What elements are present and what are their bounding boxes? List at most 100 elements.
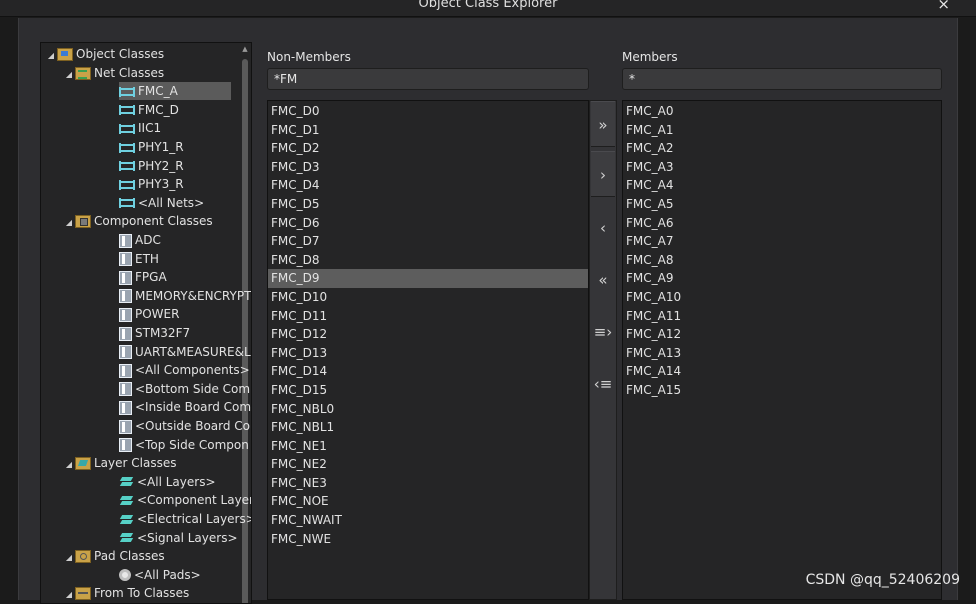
tree-node-label: Component Classes — [94, 214, 213, 229]
expand-toggle-icon[interactable]: ◢ — [63, 66, 75, 84]
tree-node[interactable]: ◢ Layer Classes — [63, 454, 176, 472]
tree-node[interactable]: <All Components> — [81, 361, 250, 379]
non-members-list[interactable]: FMC_D0 FMC_D1 FMC_D2 FMC_D3 FMC_D4 FMC_D5 FMC_… — [267, 100, 589, 600]
list-item[interactable]: FMC_D0 — [268, 102, 588, 121]
list-item[interactable]: FMC_A1 — [623, 121, 941, 140]
list-item[interactable]: FMC_A7 — [623, 232, 941, 251]
list-item[interactable]: FMC_A13 — [623, 344, 941, 363]
expand-toggle-icon[interactable]: ◢ — [63, 456, 75, 474]
from-to-classes-folder-icon — [75, 587, 91, 601]
list-item[interactable]: FMC_D12 — [268, 325, 588, 344]
tree-node[interactable]: POWER — [81, 305, 179, 323]
list-item[interactable]: FMC_D1 — [268, 121, 588, 140]
list-item[interactable]: FMC_NBL0 — [268, 400, 588, 419]
tree-node[interactable]: FMC_A — [119, 82, 231, 101]
add-selected-button[interactable]: › — [591, 151, 615, 197]
add-all-button[interactable]: » — [591, 101, 615, 147]
members-filter-input[interactable] — [622, 68, 942, 90]
tree-node[interactable]: FMC_D — [81, 101, 179, 119]
list-item[interactable]: FMC_D2 — [268, 139, 588, 158]
list-item[interactable]: FMC_D7 — [268, 232, 588, 251]
tree-node[interactable]: FPGA — [81, 268, 167, 286]
tree-node[interactable]: <Outside Board Co — [81, 417, 250, 435]
list-item[interactable]: FMC_NE3 — [268, 474, 588, 493]
tree-node[interactable]: ADC — [81, 231, 161, 249]
add-filtered-button[interactable]: ≡› — [591, 309, 615, 355]
net-class-icon — [119, 197, 135, 209]
remove-filtered-button[interactable]: ‹≡ — [591, 361, 615, 407]
title-bar: Object Class Explorer × — [0, 0, 976, 17]
tree-node[interactable]: PHY1_R — [81, 138, 184, 156]
list-item[interactable]: FMC_D14 — [268, 362, 588, 381]
close-icon[interactable]: × — [937, 0, 950, 13]
tree-node[interactable]: <Electrical Layers> — [81, 510, 251, 528]
tree-node[interactable]: <All Pads> — [81, 566, 201, 584]
tree-node[interactable]: PHY3_R — [81, 175, 184, 193]
list-item[interactable]: FMC_A6 — [623, 214, 941, 233]
non-members-filter-input[interactable] — [267, 68, 589, 90]
tree-node[interactable]: <Top Side Compon — [81, 436, 249, 454]
component-class-icon — [119, 326, 132, 341]
list-item[interactable]: FMC_D8 — [268, 251, 588, 270]
list-item[interactable]: FMC_A14 — [623, 362, 941, 381]
tree-node[interactable]: UART&MEASURE&L — [81, 343, 251, 361]
list-item[interactable]: FMC_A2 — [623, 139, 941, 158]
tree-node-label: <All Layers> — [137, 474, 216, 489]
tree-node[interactable]: <Inside Board Com — [81, 398, 251, 416]
list-item[interactable]: FMC_A12 — [623, 325, 941, 344]
tree-node-label: From To Classes — [94, 586, 190, 601]
list-item[interactable]: FMC_D6 — [268, 214, 588, 233]
list-item[interactable]: FMC_A3 — [623, 158, 941, 177]
list-item[interactable]: FMC_NE2 — [268, 455, 588, 474]
tree-node[interactable]: ◢ Object Classes — [45, 45, 164, 63]
list-item[interactable]: FMC_A11 — [623, 307, 941, 326]
tree-node[interactable]: <Component Layer — [81, 491, 251, 509]
list-item[interactable]: FMC_NBL1 — [268, 418, 588, 437]
list-item[interactable]: FMC_A0 — [623, 102, 941, 121]
members-list[interactable]: FMC_A0 FMC_A1 FMC_A2 FMC_A3 FMC_A4 FMC_A5 FMC_… — [622, 100, 942, 600]
tree-node[interactable]: STM32F7 — [81, 324, 190, 342]
tree-node[interactable]: <All Nets> — [81, 194, 204, 212]
expand-toggle-icon[interactable]: ◢ — [63, 214, 75, 232]
tree-node[interactable]: ETH — [81, 250, 159, 268]
list-item[interactable]: FMC_D11 — [268, 307, 588, 326]
list-item[interactable]: FMC_A9 — [623, 269, 941, 288]
remove-all-button[interactable]: « — [591, 257, 615, 303]
list-item[interactable]: FMC_A15 — [623, 381, 941, 400]
list-item[interactable]: FMC_D10 — [268, 288, 588, 307]
tree-node[interactable]: ◢ Net Classes — [63, 64, 164, 82]
object-classes-tree[interactable]: ▲ ◢ Object Classes ◢ Net Classes FMC_A FMC_D I… — [40, 42, 252, 604]
scroll-up-icon[interactable]: ▲ — [241, 45, 249, 53]
expand-toggle-icon[interactable]: ◢ — [63, 586, 75, 603]
tree-node[interactable]: ◢ Component Classes — [63, 212, 213, 230]
list-item[interactable]: FMC_NE1 — [268, 437, 588, 456]
list-item[interactable]: FMC_D13 — [268, 344, 588, 363]
tree-node[interactable]: <Bottom Side Comp — [81, 380, 251, 398]
tree-node-label: Pad Classes — [94, 549, 165, 564]
expand-toggle-icon[interactable]: ◢ — [63, 549, 75, 567]
tree-node[interactable]: MEMORY&ENCRYPT — [81, 287, 251, 305]
remove-selected-button[interactable]: ‹ — [591, 205, 615, 251]
list-item[interactable]: FMC_D15 — [268, 381, 588, 400]
tree-node-label: STM32F7 — [135, 326, 191, 340]
list-item[interactable]: FMC_D3 — [268, 158, 588, 177]
list-item[interactable]: FMC_A4 — [623, 176, 941, 195]
component-class-icon — [119, 400, 132, 415]
tree-node[interactable]: ◢ Pad Classes — [63, 547, 165, 565]
tree-node[interactable]: <All Layers> — [81, 473, 216, 491]
list-item[interactable]: FMC_D9 — [268, 269, 588, 288]
net-class-icon — [119, 123, 135, 135]
list-item[interactable]: FMC_NWAIT — [268, 511, 588, 530]
tree-node-label: Net Classes — [94, 65, 165, 80]
list-item[interactable]: FMC_A5 — [623, 195, 941, 214]
list-item[interactable]: FMC_NOE — [268, 492, 588, 511]
expand-toggle-icon[interactable]: ◢ — [45, 47, 57, 65]
list-item[interactable]: FMC_A8 — [623, 251, 941, 270]
tree-node[interactable]: IIC1 — [81, 119, 161, 137]
list-item[interactable]: FMC_D4 — [268, 176, 588, 195]
list-item[interactable]: FMC_D5 — [268, 195, 588, 214]
tree-node[interactable]: <Signal Layers> — [81, 529, 238, 547]
tree-node[interactable]: PHY2_R — [81, 157, 184, 175]
list-item[interactable]: FMC_A10 — [623, 288, 941, 307]
list-item[interactable]: FMC_NWE — [268, 530, 588, 549]
